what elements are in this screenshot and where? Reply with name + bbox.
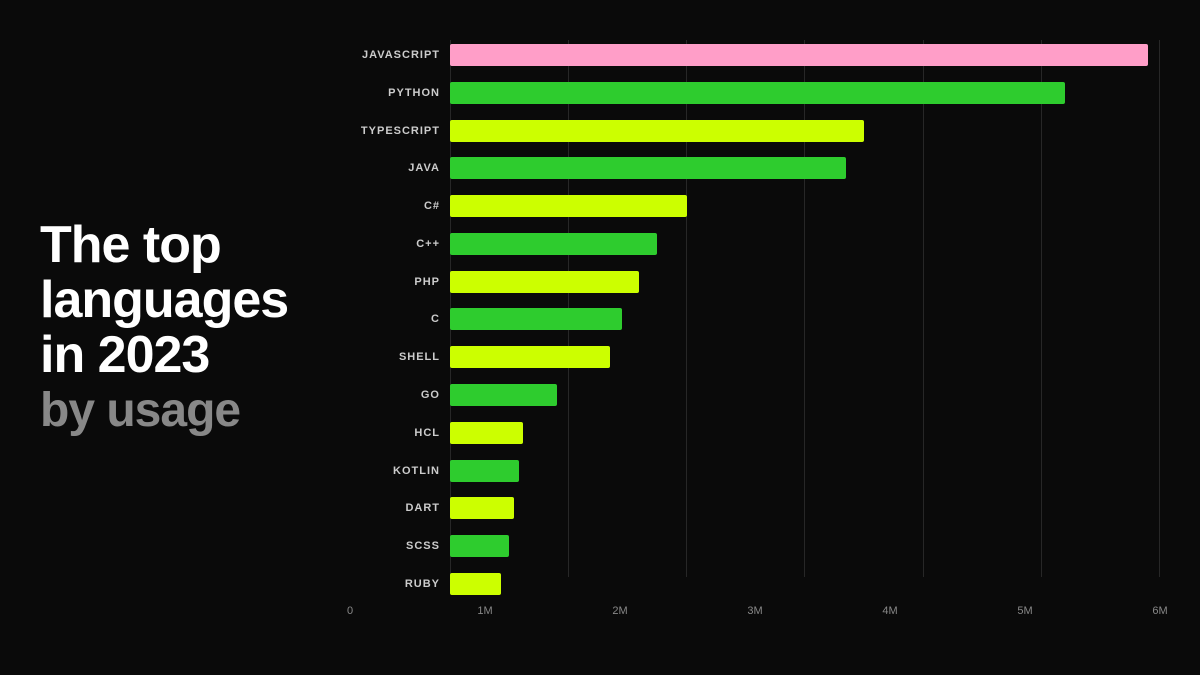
bar-track bbox=[450, 308, 1160, 330]
chart-wrapper: JAVASCRIPT PYTHON TYPESCRIPT JAVA C# C++ PHP C S… bbox=[350, 40, 1160, 599]
bar-track bbox=[450, 44, 1160, 66]
x-axis-label: 4M bbox=[882, 605, 897, 617]
bar-track bbox=[450, 535, 1160, 557]
x-axis-label: 6M bbox=[1152, 605, 1167, 617]
bar-row: PYTHON bbox=[350, 78, 1160, 108]
bar-row: JAVA bbox=[350, 153, 1160, 183]
bar-row: DART bbox=[350, 493, 1160, 523]
bar-track bbox=[450, 422, 1160, 444]
left-panel: The top languages in 2023 by usage bbox=[30, 30, 350, 625]
bar-track bbox=[450, 120, 1160, 142]
bar-track bbox=[450, 460, 1160, 482]
chart-area: JAVASCRIPT PYTHON TYPESCRIPT JAVA C# C++ PHP C S… bbox=[350, 30, 1160, 625]
bar bbox=[450, 573, 501, 595]
bar-label: JAVA bbox=[350, 162, 440, 174]
bar bbox=[450, 44, 1148, 66]
bar bbox=[450, 233, 657, 255]
bar-row: C# bbox=[350, 191, 1160, 221]
bar-label: C bbox=[350, 313, 440, 325]
bar bbox=[450, 535, 509, 557]
bar-track bbox=[450, 157, 1160, 179]
bar-label: GO bbox=[350, 389, 440, 401]
bar-track bbox=[450, 384, 1160, 406]
bar-label: C++ bbox=[350, 238, 440, 250]
bar-row: GO bbox=[350, 380, 1160, 410]
bar-track bbox=[450, 195, 1160, 217]
bar-row: RUBY bbox=[350, 569, 1160, 599]
bar bbox=[450, 308, 622, 330]
bar bbox=[450, 195, 687, 217]
main-container: The top languages in 2023 by usage JAVAS… bbox=[0, 0, 1200, 675]
bar-label: HCL bbox=[350, 427, 440, 439]
bar-label: TYPESCRIPT bbox=[350, 125, 440, 137]
bar-label: PYTHON bbox=[350, 87, 440, 99]
bar-label: SHELL bbox=[350, 351, 440, 363]
bar-label: C# bbox=[350, 200, 440, 212]
bar bbox=[450, 422, 523, 444]
bar bbox=[450, 82, 1065, 104]
bar-row: KOTLIN bbox=[350, 456, 1160, 486]
bar-row: HCL bbox=[350, 418, 1160, 448]
bar-track bbox=[450, 271, 1160, 293]
bar-row: TYPESCRIPT bbox=[350, 116, 1160, 146]
bar-label: JAVASCRIPT bbox=[350, 49, 440, 61]
bar-label: RUBY bbox=[350, 578, 440, 590]
bar-track bbox=[450, 233, 1160, 255]
bar-track bbox=[450, 497, 1160, 519]
bar bbox=[450, 346, 610, 368]
bar bbox=[450, 384, 557, 406]
bar-label: DART bbox=[350, 502, 440, 514]
bar-label: KOTLIN bbox=[350, 465, 440, 477]
bar bbox=[450, 120, 864, 142]
title-line1: The top languages in 2023 bbox=[40, 218, 350, 382]
x-axis-label: 3M bbox=[747, 605, 762, 617]
bar-track bbox=[450, 82, 1160, 104]
bar-row: SHELL bbox=[350, 342, 1160, 372]
bar bbox=[450, 460, 519, 482]
bar-label: PHP bbox=[350, 276, 440, 288]
bar bbox=[450, 157, 846, 179]
bar-track bbox=[450, 346, 1160, 368]
bar-row: SCSS bbox=[350, 531, 1160, 561]
bar-row: C++ bbox=[350, 229, 1160, 259]
title-by-usage: by usage bbox=[40, 386, 350, 436]
x-axis: 01M2M3M4M5M6M bbox=[350, 605, 1160, 625]
bar bbox=[450, 497, 514, 519]
bars-wrapper: JAVASCRIPT PYTHON TYPESCRIPT JAVA C# C++ PHP C S… bbox=[350, 40, 1160, 599]
bar-track bbox=[450, 573, 1160, 595]
bar-row: PHP bbox=[350, 267, 1160, 297]
bar-row: JAVASCRIPT bbox=[350, 40, 1160, 70]
x-axis-label: 0 bbox=[347, 605, 353, 617]
x-axis-label: 2M bbox=[612, 605, 627, 617]
x-axis-label: 1M bbox=[477, 605, 492, 617]
x-axis-label: 5M bbox=[1017, 605, 1032, 617]
bar bbox=[450, 271, 639, 293]
bar-label: SCSS bbox=[350, 540, 440, 552]
bar-row: C bbox=[350, 304, 1160, 334]
